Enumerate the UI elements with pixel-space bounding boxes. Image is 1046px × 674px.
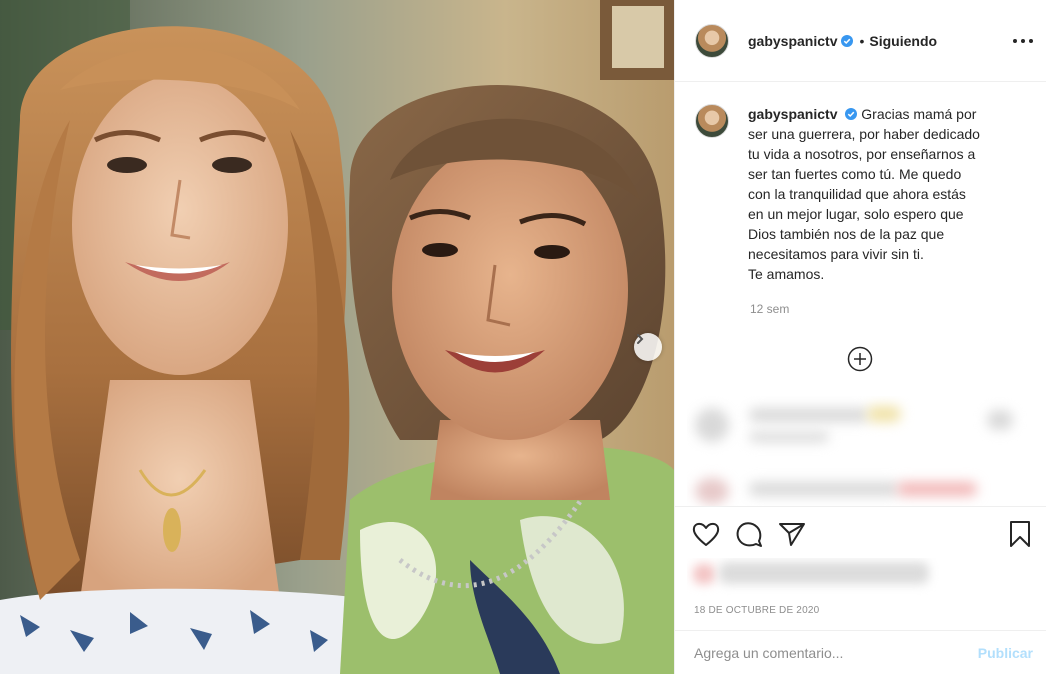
caption-line: Dios también nos de la paz que [748, 226, 945, 242]
caption-avatar[interactable] [695, 104, 729, 138]
caption-line: Gracias mamá por [861, 106, 977, 122]
comment-form: Publicar [675, 630, 1046, 674]
paper-plane-icon [779, 523, 805, 546]
action-bar [675, 506, 1046, 560]
blurred-comments [687, 396, 1032, 506]
instagram-post: gabyspanictv • Siguiendo gabyspanictv Gr… [0, 0, 1046, 674]
caption-line: tu vida a nosotros, por enseñarnos a [748, 146, 976, 162]
comment-button[interactable] [734, 519, 764, 549]
header-username[interactable]: gabyspanictv [748, 33, 837, 49]
more-options-icon[interactable] [1013, 31, 1033, 51]
plus-circle-icon[interactable] [847, 346, 873, 372]
avatar[interactable] [695, 23, 729, 58]
verified-badge-icon [845, 108, 858, 120]
post-side-panel: gabyspanictv • Siguiendo gabyspanictv Gr… [674, 0, 1046, 674]
post-photo[interactable] [0, 0, 674, 674]
like-button[interactable] [691, 519, 721, 549]
caption-text: gabyspanictv Gracias mamá por ser una gu… [748, 104, 1018, 284]
caption-line: ser una guerrera, por haber dedicado [748, 126, 980, 142]
bookmark-icon [1010, 521, 1030, 547]
separator-dot: • [859, 32, 865, 49]
publish-button[interactable]: Publicar [978, 645, 1033, 661]
carousel-next-button[interactable] [634, 333, 662, 361]
post-date[interactable]: 18 DE OCTUBRE DE 2020 [694, 605, 819, 616]
verified-badge-icon [841, 34, 854, 47]
caption-line: Te amamos. [748, 266, 825, 282]
photo-illustration [0, 0, 674, 674]
caption-line: ser tan fuertes como tú. Me quedo [748, 166, 962, 182]
caption-username[interactable]: gabyspanictv [748, 106, 837, 122]
caption-line: en un mejor lugar, solo espero que [748, 206, 964, 222]
chevron-right-icon [637, 334, 644, 344]
comment-bubble-icon [736, 522, 762, 547]
heart-icon [692, 522, 720, 546]
share-button[interactable] [777, 519, 807, 549]
caption-time-ago[interactable]: 12 sem [750, 302, 789, 316]
post-header: gabyspanictv • Siguiendo [675, 0, 1046, 82]
caption-line: con la tranquilidad que ahora estás [748, 186, 966, 202]
following-button[interactable]: Siguiendo [869, 33, 937, 49]
blurred-likes [687, 558, 942, 598]
comment-input[interactable] [694, 644, 978, 661]
save-button[interactable] [1005, 519, 1035, 549]
caption-line: necesitamos para vivir sin ti. [748, 246, 924, 262]
caption: gabyspanictv Gracias mamá por ser una gu… [695, 104, 1035, 284]
